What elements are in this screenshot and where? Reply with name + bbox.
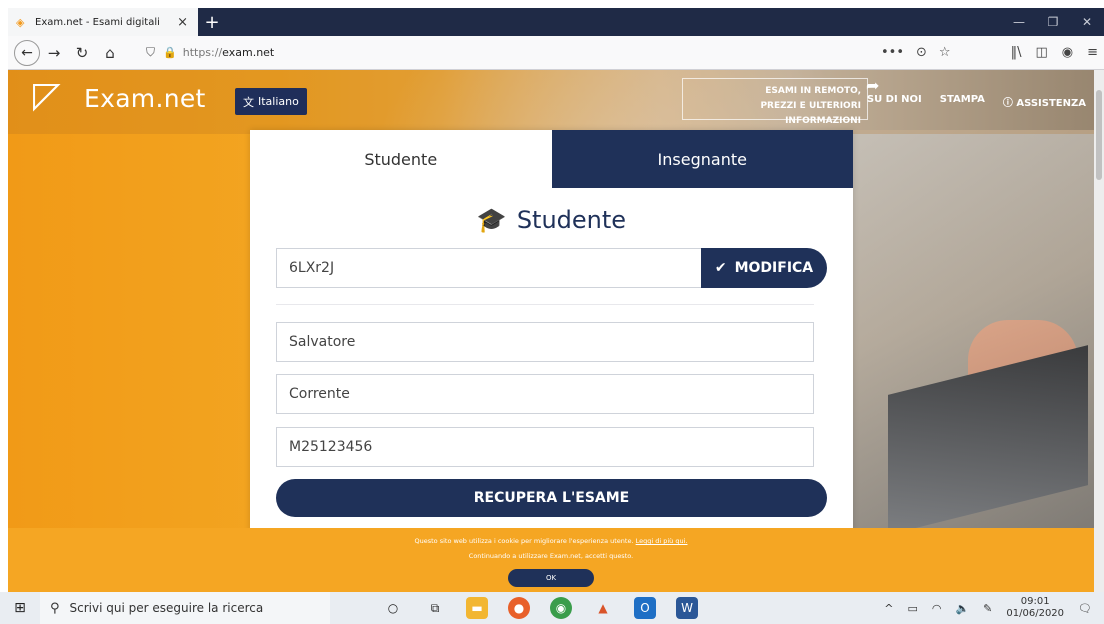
role-tabs: Studente Insegnante — [250, 130, 853, 188]
exam-key-row: ✔ MODIFICA — [276, 248, 827, 288]
notifications-icon[interactable]: 🗨 — [1078, 602, 1092, 615]
remote-exams-info-button[interactable]: ESAMI IN REMOTO, PREZZI E ULTERIORI INFO… — [682, 78, 868, 126]
checkmark-icon: ✔ — [714, 260, 727, 276]
cortana-icon[interactable]: ○ — [382, 597, 404, 619]
share-arrow-icon: ➦ — [866, 76, 880, 95]
nav-press[interactable]: STAMPA — [940, 94, 985, 109]
outlook-icon[interactable]: O — [634, 597, 656, 619]
url-prefix: https:// — [182, 46, 223, 59]
first-name-input[interactable] — [276, 322, 814, 362]
remote-exams-line1: ESAMI IN REMOTO, — [765, 86, 861, 96]
page-actions-icon[interactable]: ••• — [881, 45, 904, 60]
cookie-ok-button[interactable]: OK — [508, 569, 594, 587]
tray-chevron-up-icon[interactable]: ^ — [884, 602, 893, 615]
forward-arrow-icon[interactable]: → — [40, 44, 68, 62]
browser-toolbar-right: ‖\ ◫ ◉ ≡ — [1011, 45, 1098, 60]
site-logo[interactable]: Exam.net — [84, 84, 206, 113]
modify-button[interactable]: ✔ MODIFICA — [701, 248, 827, 288]
modify-label: MODIFICA — [734, 260, 814, 276]
taskbar-clock[interactable]: 09:01 01/06/2020 — [1006, 596, 1064, 620]
cookie-banner: Questo sito web utilizza i cookie per mi… — [8, 528, 1094, 592]
language-selector-button[interactable]: 文 Italiano — [235, 88, 307, 115]
last-name-input[interactable] — [276, 374, 814, 414]
search-icon: ⚲ — [50, 600, 60, 616]
pocket-icon[interactable]: ⊙ — [916, 45, 927, 60]
divider — [276, 304, 814, 305]
back-arrow-icon[interactable]: ← — [14, 39, 40, 66]
card-heading-text: Studente — [516, 206, 627, 234]
exam-key-input[interactable] — [276, 248, 701, 288]
matlab-icon[interactable]: ▲ — [592, 597, 614, 619]
tab-teacher[interactable]: Insegnante — [551, 130, 853, 188]
taskbar-search-placeholder: Scrivi qui per eseguire la ricerca — [69, 601, 264, 615]
wifi-icon[interactable]: ◠ — [932, 602, 942, 615]
browser-tab-strip: ◈ Exam.net - Esami digitali × + — ❐ ✕ — [8, 8, 1104, 36]
cookie-line2: Continuando a utilizzare Exam.net, accet… — [468, 552, 634, 560]
pen-icon[interactable]: ✎ — [983, 602, 992, 615]
tab-title: Exam.net - Esami digitali — [35, 16, 160, 28]
exam-net-favicon-icon: ◈ — [16, 15, 25, 29]
restore-window-button[interactable]: ❐ — [1036, 8, 1070, 36]
retrieve-exam-button[interactable]: RECUPERA L'ESAME — [276, 479, 827, 517]
word-icon[interactable]: W — [676, 597, 698, 619]
new-tab-button[interactable]: + — [198, 8, 226, 36]
menu-hamburger-icon[interactable]: ≡ — [1087, 45, 1098, 60]
bookmark-star-icon[interactable]: ☆ — [939, 45, 951, 60]
nav-about[interactable]: SU DI NOI — [867, 94, 922, 109]
account-icon[interactable]: ◉ — [1062, 45, 1073, 60]
lock-icon[interactable]: 🔒 — [163, 46, 177, 59]
cookie-line1: Questo sito web utilizza i cookie per mi… — [8, 537, 1094, 545]
taskbar-apps: ○ ⧉ ▬ ● ◉ ▲ O W — [382, 597, 698, 619]
language-label: Italiano — [258, 95, 299, 108]
remote-exams-line2: PREZZI E ULTERIORI INFORMAZIONI — [760, 101, 861, 126]
login-card: Studente Insegnante 🎓 Studente ✔ MODIFIC… — [250, 130, 853, 592]
sidebar-icon[interactable]: ◫ — [1035, 45, 1047, 60]
tab-student[interactable]: Studente — [250, 130, 552, 188]
chrome-icon[interactable]: ◉ — [550, 597, 572, 619]
web-page: ◸ Exam.net 文 Italiano ESAMI IN REMOTO, P… — [8, 70, 1094, 592]
translate-icon: 文 — [243, 95, 254, 109]
page-scrollbar-thumb[interactable] — [1096, 90, 1102, 180]
library-icon[interactable]: ‖\ — [1011, 45, 1022, 60]
battery-icon[interactable]: ▭ — [907, 602, 917, 615]
address-bar[interactable]: ⛉ 🔒 https://exam.net ••• ⊙ ☆ — [146, 40, 1011, 66]
exam-net-logo-icon[interactable]: ◸ — [33, 76, 61, 116]
cookie-text: Questo sito web utilizza i cookie per mi… — [414, 537, 634, 545]
url-host: exam.net — [222, 46, 275, 59]
reload-icon[interactable]: ↻ — [68, 44, 96, 62]
url-actions: ••• ⊙ ☆ — [881, 45, 951, 60]
system-tray: ^ ▭ ◠ 🔈 ✎ 09:01 01/06/2020 🗨 — [884, 596, 1104, 620]
tab-close-icon[interactable]: × — [175, 15, 190, 30]
card-heading: 🎓 Studente — [250, 206, 853, 234]
top-navigation: SU DI NOI STAMPA ⓘ ASSISTENZA — [867, 94, 1086, 109]
tracking-shield-icon[interactable]: ⛉ — [146, 45, 155, 60]
url-text[interactable]: https://exam.net — [183, 46, 881, 59]
graduation-cap-icon: 🎓 — [476, 206, 507, 234]
file-explorer-icon[interactable]: ▬ — [466, 597, 488, 619]
tab-strip-spacer — [226, 8, 1002, 36]
browser-tab[interactable]: ◈ Exam.net - Esami digitali × — [8, 8, 198, 36]
task-view-icon[interactable]: ⧉ — [424, 597, 446, 619]
cookie-read-more-link[interactable]: Leggi di più qui. — [636, 537, 688, 545]
taskbar-search[interactable]: ⚲ Scrivi qui per eseguire la ricerca — [40, 592, 330, 624]
browser-navigation-bar: ← → ↻ ⌂ ⛉ 🔒 https://exam.net ••• ⊙ ☆ ‖\ … — [8, 36, 1104, 70]
screen: ◈ Exam.net - Esami digitali × + — ❐ ✕ ← … — [0, 0, 1104, 624]
close-window-button[interactable]: ✕ — [1070, 8, 1104, 36]
nav-support[interactable]: ⓘ ASSISTENZA — [1003, 94, 1086, 109]
clock-time: 09:01 — [1020, 596, 1050, 607]
student-id-input[interactable] — [276, 427, 814, 467]
volume-icon[interactable]: 🔈 — [955, 602, 969, 615]
windows-start-icon[interactable]: ⊞ — [0, 600, 40, 616]
clock-date: 01/06/2020 — [1006, 608, 1065, 619]
minimize-window-button[interactable]: — — [1002, 8, 1036, 36]
firefox-icon[interactable]: ● — [508, 597, 530, 619]
home-icon[interactable]: ⌂ — [96, 44, 124, 62]
windows-taskbar: ⊞ ⚲ Scrivi qui per eseguire la ricerca ○… — [0, 592, 1104, 624]
